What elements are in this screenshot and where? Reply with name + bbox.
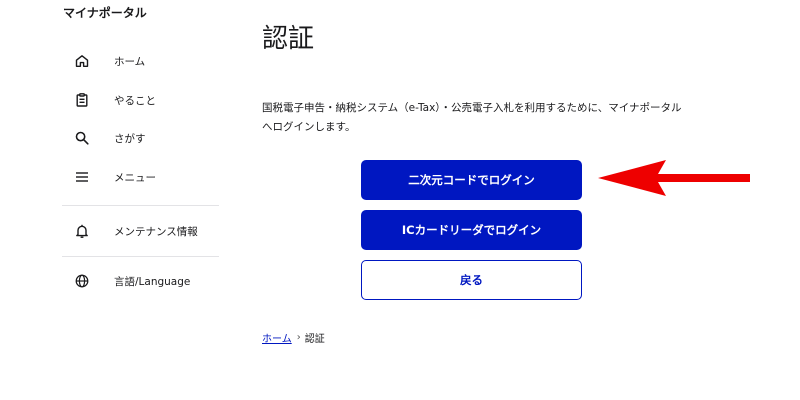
sidebar-item-maintenance[interactable]: メンテナンス情報 <box>62 216 222 246</box>
sidebar-item-label: ホーム <box>114 55 146 68</box>
sidebar-item-label: メンテナンス情報 <box>114 225 198 238</box>
breadcrumb-current: 認証 <box>304 334 325 345</box>
sidebar: マイナポータル ホーム やること さがす メニュー メンテナンス情報 言語/La… <box>0 0 225 400</box>
sidebar-item-home[interactable]: ホーム <box>62 46 222 76</box>
breadcrumb-home-link[interactable]: ホーム <box>262 330 292 345</box>
bell-icon <box>74 223 90 239</box>
breadcrumb: ホーム › 認証 <box>262 330 325 345</box>
sidebar-item-search[interactable]: さがす <box>62 123 222 153</box>
ic-card-login-button[interactable]: ICカードリーダでログイン <box>361 210 582 250</box>
sidebar-item-language[interactable]: 言語/Language <box>62 266 222 296</box>
page-title: 認証 <box>262 24 315 54</box>
page-description: 国税電子申告・納税システム（e-Tax）・公売電子入札を利用するために、マイナポ… <box>262 102 682 133</box>
chevron-right-icon: › <box>296 332 301 343</box>
search-icon <box>74 130 90 146</box>
sidebar-item-label: さがす <box>114 132 146 145</box>
red-arrow-icon <box>598 160 750 196</box>
sidebar-divider <box>62 205 219 206</box>
globe-icon <box>74 273 90 289</box>
site-logo[interactable]: マイナポータル <box>63 4 147 21</box>
sidebar-divider <box>62 256 219 257</box>
sidebar-item-todo[interactable]: やること <box>62 85 222 115</box>
qr-login-button[interactable]: 二次元コードでログイン <box>361 160 582 200</box>
back-button[interactable]: 戻る <box>361 260 582 300</box>
sidebar-item-label: 言語/Language <box>114 275 191 288</box>
menu-icon <box>74 169 90 185</box>
sidebar-item-label: メニュー <box>114 171 156 184</box>
sidebar-item-menu[interactable]: メニュー <box>62 162 222 192</box>
clipboard-icon <box>74 92 90 108</box>
page: マイナポータル ホーム やること さがす メニュー メンテナンス情報 言語/La… <box>0 0 800 400</box>
sidebar-item-label: やること <box>114 94 156 107</box>
home-icon <box>74 53 90 69</box>
